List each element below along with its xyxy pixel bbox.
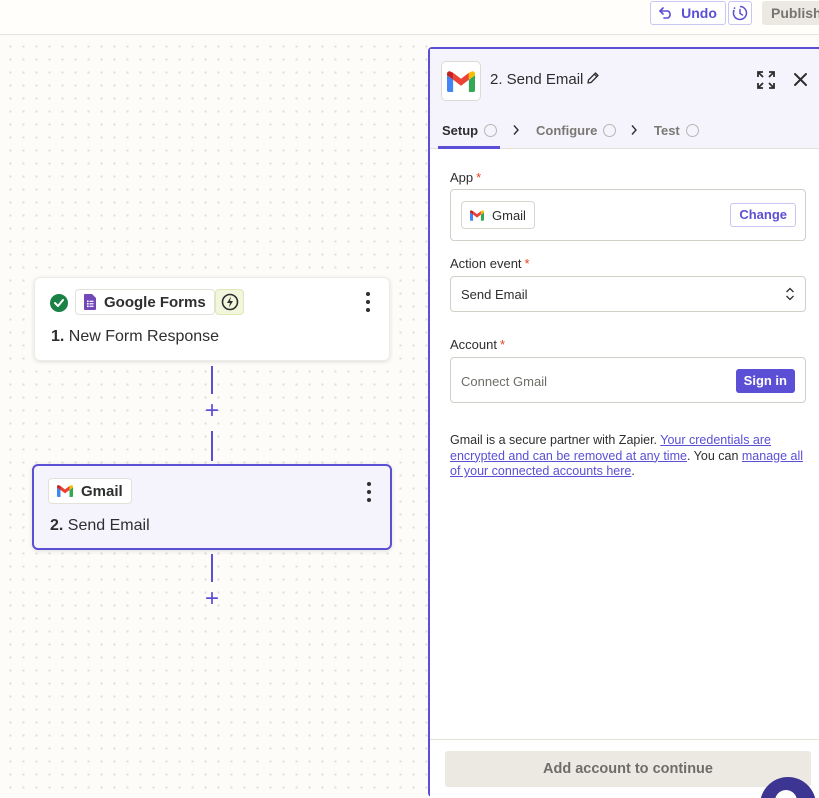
trigger-app-name: Google Forms	[104, 293, 206, 311]
top-bar: Undo Publish	[0, 0, 819, 35]
gmail-icon	[447, 70, 475, 92]
action-event-label-text: Action event	[450, 256, 522, 271]
connector-line	[211, 431, 213, 461]
step-editor-panel: 2. Send Email Setup Configure Test App *…	[428, 47, 819, 798]
connector-line	[211, 554, 213, 582]
gmail-icon	[470, 209, 484, 221]
required-mark: *	[499, 337, 506, 352]
chevron-up-down-icon	[786, 287, 794, 301]
tab-configure[interactable]: Configure	[536, 111, 617, 149]
selected-app-chip: Gmail	[461, 201, 535, 229]
undo-label: Undo	[681, 5, 717, 21]
required-mark: *	[524, 256, 530, 271]
close-icon[interactable]	[793, 72, 808, 87]
pencil-icon[interactable]	[586, 71, 600, 85]
google-forms-app-chip: Google Forms	[75, 289, 215, 315]
trigger-step-card[interactable]: Google Forms 1. New Form Response	[34, 277, 390, 361]
action-event-select[interactable]: Send Email	[450, 276, 806, 312]
add-step-plus-icon[interactable]: +	[202, 399, 222, 423]
trigger-step-title: 1. New Form Response	[51, 328, 219, 346]
chevron-right-icon	[513, 125, 519, 135]
action-more-icon[interactable]	[366, 482, 372, 502]
gmail-icon	[57, 485, 73, 497]
account-field-label: Account *	[450, 337, 505, 352]
action-event-value: Send Email	[461, 287, 528, 302]
tab-test[interactable]: Test	[654, 111, 699, 149]
note-text: .	[631, 464, 635, 478]
sign-in-button[interactable]: Sign in	[735, 369, 795, 393]
setup-tabs: Setup Configure Test	[430, 111, 819, 149]
action-step-card[interactable]: Gmail 2. Send Email	[32, 464, 392, 550]
google-forms-icon	[84, 294, 96, 310]
selected-app-name: Gmail	[492, 207, 526, 223]
active-tab-indicator	[438, 146, 500, 149]
account-label-text: Account	[450, 337, 497, 352]
workflow-canvas[interactable]: Google Forms 1. New Form Response + Gmai	[0, 36, 428, 798]
tab-test-label: Test	[654, 122, 680, 138]
empty-circle-icon	[484, 123, 498, 137]
clock-circle-icon	[685, 123, 699, 137]
lightning-bolt-icon	[221, 293, 238, 311]
gmail-app-chip: Gmail	[48, 478, 132, 504]
history-icon	[732, 5, 748, 21]
required-mark: *	[476, 170, 482, 185]
chevron-right-icon	[631, 125, 637, 135]
panel-title: 2. Send Email	[490, 71, 584, 88]
account-field[interactable]: Connect Gmail Sign in	[450, 357, 806, 403]
undo-icon	[659, 7, 671, 19]
tab-configure-label: Configure	[536, 122, 598, 138]
panel-footer: Add account to continue	[430, 739, 819, 798]
undo-button[interactable]: Undo	[650, 1, 726, 25]
account-placeholder: Connect Gmail	[461, 374, 547, 389]
action-step-number: 2.	[50, 517, 64, 534]
action-step-title: 2. Send Email	[50, 517, 150, 535]
action-app-name: Gmail	[81, 482, 123, 500]
check-circle-icon	[50, 294, 68, 312]
clock-circle-icon	[603, 123, 617, 137]
action-event-field-label: Action event *	[450, 256, 530, 271]
connector-line	[211, 366, 213, 394]
add-step-plus-icon[interactable]: +	[202, 587, 222, 611]
panel-header: 2. Send Email	[430, 49, 819, 111]
tab-setup[interactable]: Setup	[442, 111, 498, 149]
app-field: Gmail Change	[450, 189, 806, 241]
change-app-button[interactable]: Change	[730, 203, 796, 227]
security-note: Gmail is a secure partner with Zapier. Y…	[450, 433, 806, 480]
note-text: . You can	[686, 448, 742, 463]
note-text: Gmail is a secure partner with Zapier.	[450, 433, 661, 447]
action-step-name: Send Email	[67, 517, 150, 534]
app-field-label: App *	[450, 170, 481, 185]
publish-button[interactable]: Publish	[762, 1, 819, 25]
chat-icon	[775, 790, 797, 798]
expand-icon[interactable]	[757, 71, 775, 89]
panel-app-icon	[441, 61, 481, 101]
trigger-more-icon[interactable]	[365, 292, 371, 312]
trigger-step-number: 1.	[51, 328, 65, 345]
trigger-bolt-badge	[215, 289, 244, 315]
app-label-text: App	[450, 170, 474, 185]
tab-setup-label: Setup	[442, 122, 479, 138]
trigger-step-name: New Form Response	[68, 328, 220, 345]
version-history-button[interactable]	[728, 1, 752, 25]
add-account-continue-button[interactable]: Add account to continue	[445, 751, 811, 787]
